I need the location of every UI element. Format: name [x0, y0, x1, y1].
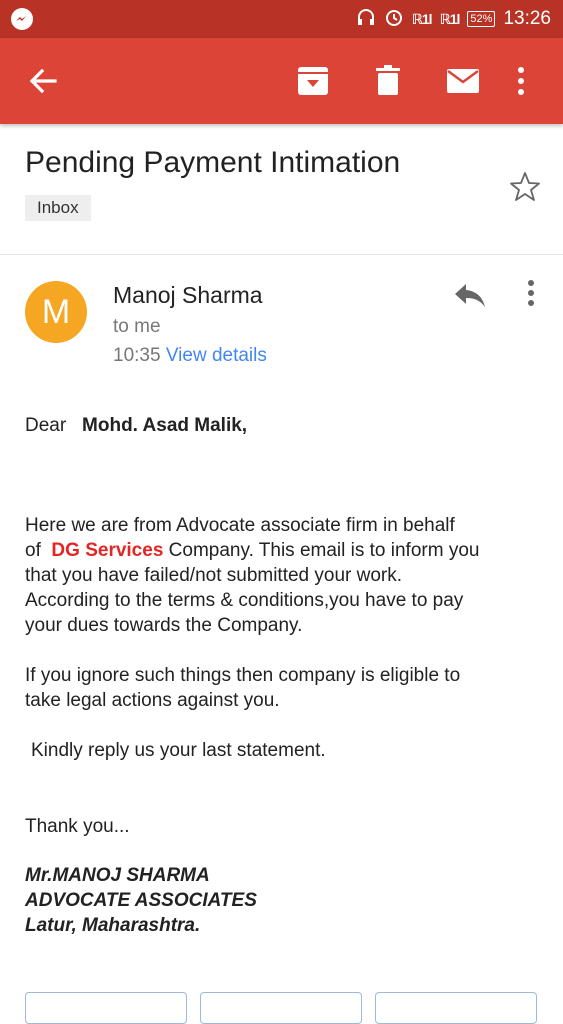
sender-avatar[interactable]: M: [25, 281, 87, 343]
paragraph-line: take legal actions against you.: [25, 690, 280, 711]
email-subject: Pending Payment Intimation: [25, 146, 401, 179]
forward-button[interactable]: [375, 992, 537, 1024]
paragraph-line: that you have failed/not submitted your …: [25, 565, 403, 586]
alarm-icon: [384, 7, 404, 31]
status-bar: ℝ1l ℝ1l 52% 13:26: [0, 0, 563, 38]
paragraph-line: of DG Services Company. This email is to…: [25, 538, 479, 563]
salutation: Dear: [25, 415, 67, 436]
paragraph-2: If you ignore such things then company i…: [25, 663, 460, 713]
sender-name: Manoj Sharma: [113, 282, 263, 308]
mark-unread-icon[interactable]: [445, 63, 481, 99]
recipient-line: to me: [113, 316, 161, 337]
delete-icon[interactable]: [370, 63, 406, 99]
closing-line: Thank you...: [25, 816, 130, 837]
signature-block: Mr.MANOJ SHARMA ADVOCATE ASSOCIATES Latu…: [25, 863, 257, 938]
paragraph-line: If you ignore such things then company i…: [25, 665, 461, 686]
reply-all-button[interactable]: [200, 992, 362, 1024]
signature-line: ADVOCATE ASSOCIATES: [25, 890, 257, 911]
paragraph-line: Here we are from Advocate associate firm…: [25, 515, 455, 536]
paragraph-3: Kindly reply us your last statement.: [31, 740, 326, 761]
reply-button[interactable]: [25, 992, 187, 1024]
message-more-icon[interactable]: [521, 278, 541, 310]
paragraph-line: According to the terms & conditions,you …: [25, 590, 464, 611]
recipient-name: Mohd. Asad Malik,: [82, 415, 248, 436]
signature-line: Mr.MANOJ SHARMA: [25, 865, 210, 886]
back-arrow-icon[interactable]: [25, 63, 61, 99]
messenger-notification-icon: [11, 8, 33, 30]
received-time: 10:35: [113, 345, 161, 366]
company-name: DG Services: [51, 540, 164, 561]
signal-1-label: ℝ1l: [411, 10, 433, 27]
archive-icon[interactable]: [295, 63, 331, 99]
inbox-label-chip[interactable]: Inbox: [25, 195, 91, 221]
time-row: 10:35 View details: [113, 345, 267, 367]
header-divider: [0, 254, 563, 255]
headset-icon: [356, 7, 376, 31]
status-time: 13:26: [503, 8, 551, 29]
status-icons: ℝ1l ℝ1l 52% 13:26: [356, 0, 551, 38]
paragraph-1: Here we are from Advocate associate firm…: [25, 513, 479, 638]
paragraph-fragment: of: [25, 540, 41, 561]
reply-icon[interactable]: [452, 280, 488, 310]
more-vert-icon[interactable]: [511, 63, 531, 99]
signal-2-label: ℝ1l: [439, 10, 461, 27]
paragraph-line: your dues towards the Company.: [25, 615, 303, 636]
paragraph-fragment: Company. This email is to inform you: [168, 540, 480, 561]
star-icon[interactable]: [508, 170, 542, 204]
view-details-link[interactable]: View details: [166, 345, 267, 366]
signature-line: Latur, Maharashtra.: [25, 915, 201, 936]
battery-indicator: 52%: [467, 11, 496, 27]
salutation-line: Dear Mohd. Asad Malik,: [25, 413, 247, 438]
app-bar: [0, 38, 563, 124]
